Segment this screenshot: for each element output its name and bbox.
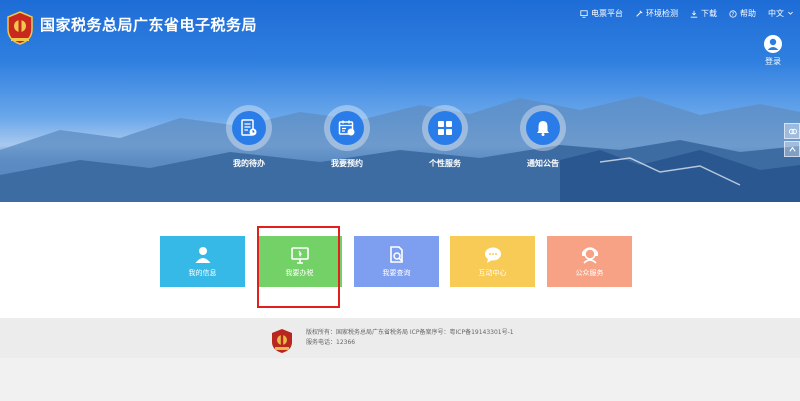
tile-my-info[interactable]: 我的信息: [160, 236, 245, 287]
back-to-top-button[interactable]: [784, 141, 800, 157]
quick-entry-label: 我的待办: [233, 159, 265, 168]
quick-entry-todo[interactable]: 我的待办: [219, 105, 279, 169]
footer: 版权所有：国家税务总局广东省税务局 ICP备案序号：粤ICP备19143301号…: [0, 318, 800, 401]
tile-label: 我的信息: [188, 269, 217, 277]
quick-entry-label: 我要预约: [331, 159, 363, 168]
tile-query[interactable]: 我要查询: [354, 236, 439, 287]
doc-search-icon: [389, 246, 403, 263]
bell-icon: [537, 121, 549, 136]
nav-label: 环境检测: [646, 9, 678, 18]
user-avatar-icon: [763, 34, 783, 54]
footer-text: 版权所有：国家税务总局广东省税务局 ICP备案序号：粤ICP备19143301号…: [306, 328, 514, 348]
download-icon: [690, 10, 698, 18]
site-title: 国家税务总局广东省电子税务局: [40, 16, 258, 34]
float-link-button[interactable]: [784, 123, 800, 139]
quick-entry-label: 个性服务: [429, 159, 461, 168]
nav-label: 电票平台: [591, 9, 623, 18]
nav-label: 中文: [768, 9, 784, 18]
language-select[interactable]: 中文: [768, 8, 794, 19]
tax-bureau-logo[interactable]: [5, 10, 35, 46]
top-nav: 电票平台 环境检测 下载 ? 帮助 中文: [580, 8, 794, 19]
calendar-icon: [338, 120, 355, 136]
login-button[interactable]: 登录: [760, 34, 786, 67]
chevron-down-icon: [788, 11, 793, 15]
footer-copyright: 版权所有：国家税务总局广东省税务局 ICP备案序号：粤ICP备19143301号…: [306, 329, 514, 336]
nav-label: 帮助: [740, 9, 756, 18]
hero-banner: 国家税务总局广东省电子税务局 电票平台 环境检测 下载 ? 帮助 中文 登录 我…: [0, 0, 800, 202]
chevron-up-icon: [788, 146, 796, 152]
quick-entry-row: 我的待办 我要预约 个性服务 通知公告: [219, 105, 575, 175]
todo-list-icon: [241, 119, 257, 136]
link-icon: [788, 128, 797, 134]
tool-icon: [636, 9, 643, 17]
tile-public-service[interactable]: 公众服务: [547, 236, 632, 287]
user-icon: [195, 247, 210, 263]
tile-interaction-center[interactable]: 互动中心: [450, 236, 535, 287]
selection-highlight-box: [257, 226, 340, 308]
tile-label: 我要查询: [382, 269, 411, 277]
quick-entry-personal-service[interactable]: 个性服务: [415, 105, 475, 169]
side-float-toolbar: [784, 123, 800, 159]
tile-label: 公众服务: [575, 269, 604, 277]
grid-icon: [438, 121, 452, 135]
monitor-icon: [580, 9, 588, 18]
quick-entry-appointment[interactable]: 我要预约: [317, 105, 377, 169]
login-label: 登录: [765, 57, 781, 66]
footer-phone: 服务电话：12366: [306, 339, 356, 346]
public-service-icon: [581, 247, 598, 264]
nav-label: 下载: [701, 9, 717, 18]
nav-invoice-platform[interactable]: 电票平台: [580, 8, 623, 19]
help-icon: ?: [729, 9, 737, 17]
service-tiles-section: 我的信息 我要办税 我要查询 互动中心 公众服务: [0, 202, 800, 318]
nav-env-check[interactable]: 环境检测: [635, 8, 678, 19]
footer-emblem-logo: [270, 328, 294, 354]
nav-download[interactable]: 下载: [690, 8, 717, 19]
nav-help[interactable]: ? 帮助: [729, 8, 756, 19]
quick-entry-label: 通知公告: [527, 159, 559, 168]
tile-label: 互动中心: [478, 269, 507, 277]
chat-icon: [484, 247, 501, 263]
quick-entry-notice[interactable]: 通知公告: [513, 105, 573, 169]
